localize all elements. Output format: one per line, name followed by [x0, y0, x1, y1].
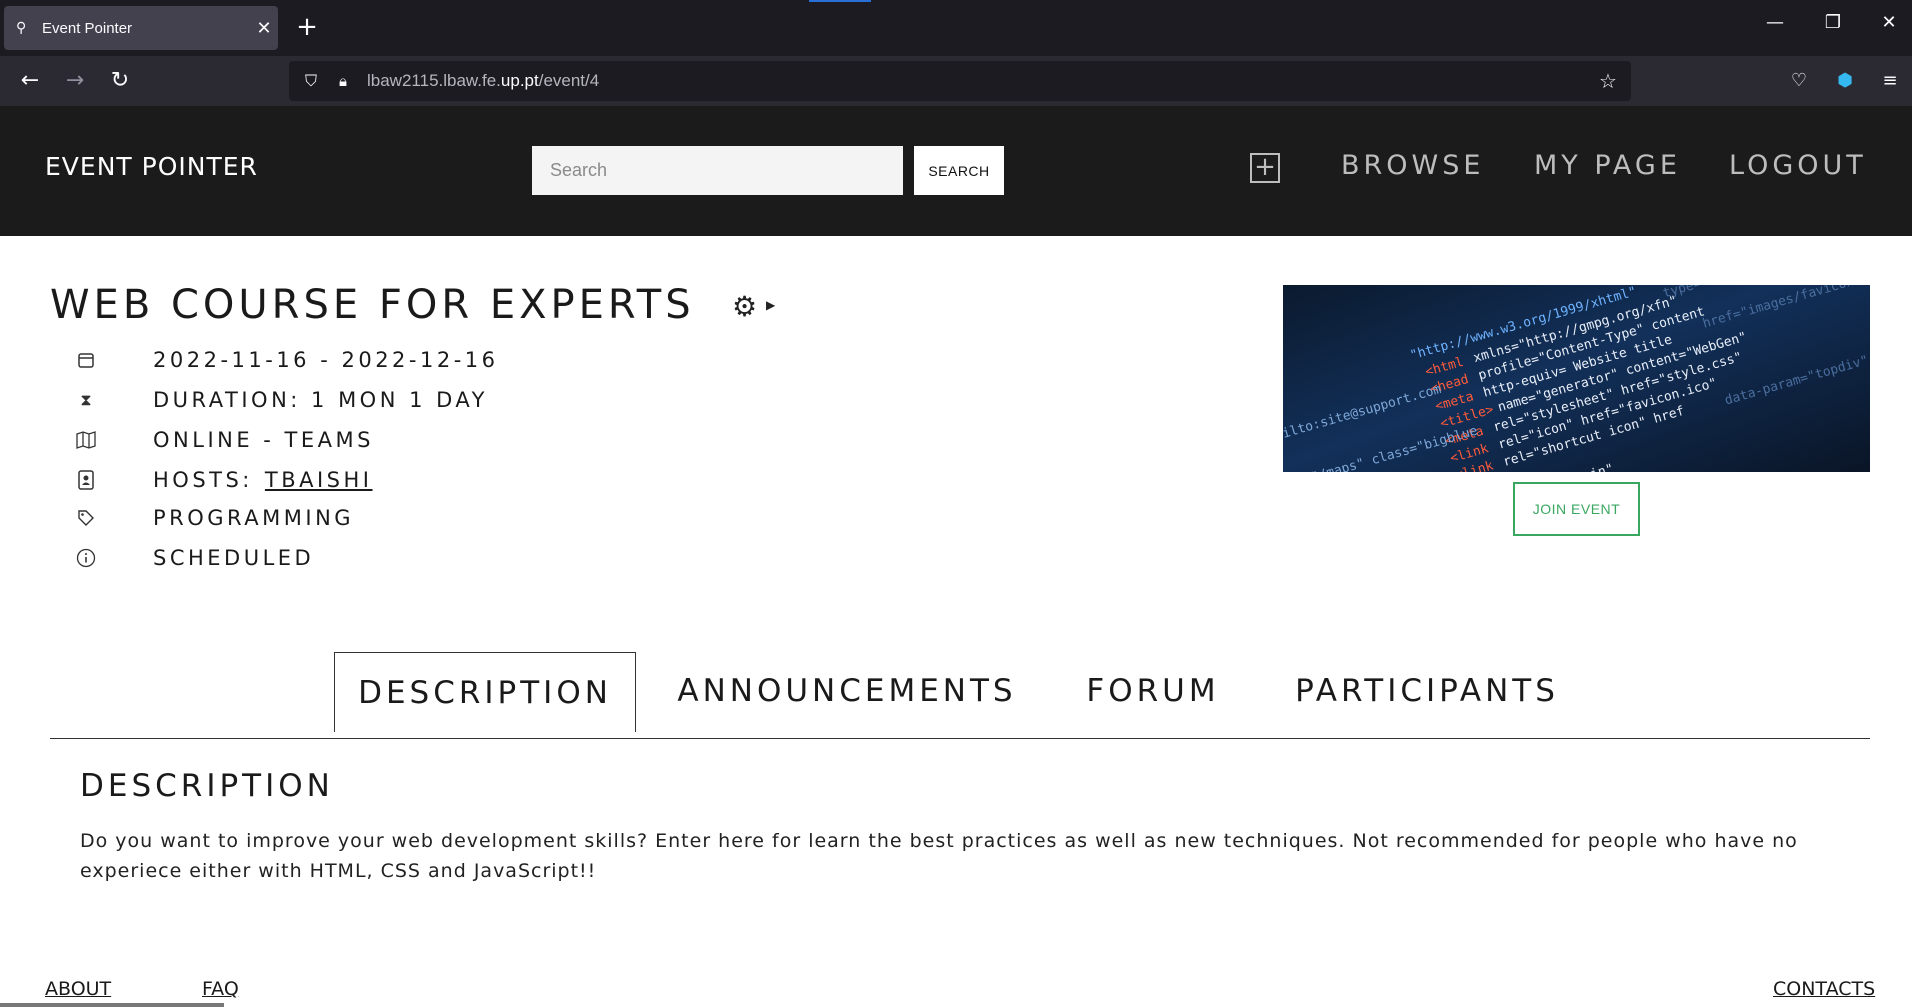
- forward-arrow-icon[interactable]: →: [60, 66, 90, 96]
- event-tag-row: PROGRAMMING: [72, 502, 351, 534]
- bookmark-star-icon[interactable]: ☆: [1593, 69, 1623, 93]
- tracking-shield-icon[interactable]: ⛉: [299, 71, 323, 91]
- tab-participants[interactable]: PARTICIPANTS: [1290, 652, 1564, 730]
- nav-browse[interactable]: BROWSE: [1341, 150, 1484, 181]
- pocket-icon[interactable]: ♡: [1785, 68, 1813, 94]
- connection-lock-icon[interactable]: 🔒︎: [331, 72, 355, 90]
- description-heading: DESCRIPTION: [80, 768, 334, 804]
- join-event-button[interactable]: JOIN EVENT: [1513, 482, 1640, 536]
- tag-icon: [72, 507, 100, 529]
- event-status-row: SCHEDULED: [72, 542, 311, 574]
- reload-icon[interactable]: ↻: [105, 66, 135, 96]
- event-location-row: ONLINE - TEAMS: [72, 424, 370, 456]
- event-hosts-row: HOSTS: TBAISHI: [72, 464, 369, 496]
- event-duration: DURATION: 1 MON 1 DAY: [153, 388, 488, 412]
- svg-text:id="setmain": id="setmain": [1521, 462, 1615, 472]
- event-title: WEB COURSE FOR EXPERTS: [50, 282, 695, 328]
- tab-description[interactable]: DESCRIPTION: [334, 652, 636, 732]
- map-icon: [72, 429, 100, 451]
- event-status: SCHEDULED: [153, 546, 315, 570]
- tab-accent-line: [809, 0, 871, 2]
- extension-icon[interactable]: ⬢: [1831, 68, 1859, 94]
- horizontal-scrollbar[interactable]: [0, 1003, 224, 1007]
- description-text: Do you want to improve your web developm…: [80, 830, 1798, 882]
- event-duration-row: ⧗ DURATION: 1 MON 1 DAY: [72, 384, 484, 416]
- event-dates: 2022-11-16 - 2022-12-16: [153, 348, 499, 372]
- host-link[interactable]: TBAISHI: [265, 468, 373, 492]
- caret-right-icon[interactable]: ▶: [766, 298, 775, 312]
- nav-logout[interactable]: LOGOUT: [1729, 150, 1867, 181]
- calendar-icon: [72, 349, 100, 371]
- event-hosts: HOSTS: TBAISHI: [153, 468, 373, 492]
- site-brand[interactable]: EVENT POINTER: [45, 152, 258, 181]
- footer-contacts-link[interactable]: CONTACTS: [1773, 978, 1875, 1000]
- close-window-icon[interactable]: ✕: [1874, 12, 1904, 33]
- search-input[interactable]: [532, 146, 903, 195]
- browser-navigation-bar: ← → ↻ ⛉ 🔒︎ lbaw2115.lbaw.fe.up.pt/event/…: [0, 56, 1912, 106]
- footer-about-link[interactable]: ABOUT: [45, 978, 111, 1000]
- minimize-window-icon[interactable]: —: [1760, 12, 1790, 33]
- new-tab-icon[interactable]: +: [292, 13, 322, 43]
- close-tab-icon[interactable]: ✕: [250, 18, 278, 39]
- url-text[interactable]: lbaw2115.lbaw.fe.up.pt/event/4: [367, 71, 1593, 91]
- restore-window-icon[interactable]: ❐: [1818, 12, 1848, 33]
- gear-icon[interactable]: ⚙: [732, 290, 757, 323]
- menu-hamburger-icon[interactable]: ≡: [1876, 68, 1904, 94]
- back-arrow-icon[interactable]: ←: [15, 66, 45, 96]
- tab-forum[interactable]: FORUM: [1076, 652, 1230, 730]
- event-tag: PROGRAMMING: [153, 506, 355, 530]
- tab-divider: [50, 738, 1870, 739]
- person-badge-icon: [72, 469, 100, 491]
- site-header: EVENT POINTER SEARCH + BROWSE MY PAGE LO…: [0, 106, 1912, 236]
- hosts-label: HOSTS:: [153, 468, 253, 492]
- address-bar[interactable]: ⛉ 🔒︎ lbaw2115.lbaw.fe.up.pt/event/4 ☆: [289, 61, 1631, 101]
- hourglass-icon: ⧗: [80, 390, 92, 409]
- browser-tab-strip: ⚲ Event Pointer ✕ + — ❐ ✕: [0, 0, 1912, 56]
- browser-tab-event-pointer[interactable]: ⚲ Event Pointer ✕: [4, 6, 278, 50]
- create-event-plus-icon[interactable]: +: [1250, 153, 1280, 183]
- info-circle-icon: [72, 547, 100, 569]
- event-dates-row: 2022-11-16 - 2022-12-16: [72, 344, 495, 376]
- event-cover-image: "http://www.w3.org/1999/xhtml" <html xmln…: [1283, 285, 1870, 472]
- tab-announcements[interactable]: ANNOUNCEMENTS: [668, 652, 1026, 730]
- footer-faq-link[interactable]: FAQ: [202, 978, 239, 1000]
- event-location: ONLINE - TEAMS: [153, 428, 374, 452]
- browser-tab-title: Event Pointer: [42, 19, 133, 37]
- svg-text:data-param="topdiv": data-param="topdiv": [1723, 353, 1870, 408]
- svg-text:mailto:site@support.com: mailto:site@support.com: [1283, 382, 1443, 446]
- nav-my-page[interactable]: MY PAGE: [1534, 150, 1681, 181]
- site-favicon-icon: ⚲: [16, 20, 27, 36]
- svg-text:href="images/favicon.ico": href="images/favicon.ico": [1701, 285, 1870, 332]
- search-button[interactable]: SEARCH: [914, 146, 1004, 195]
